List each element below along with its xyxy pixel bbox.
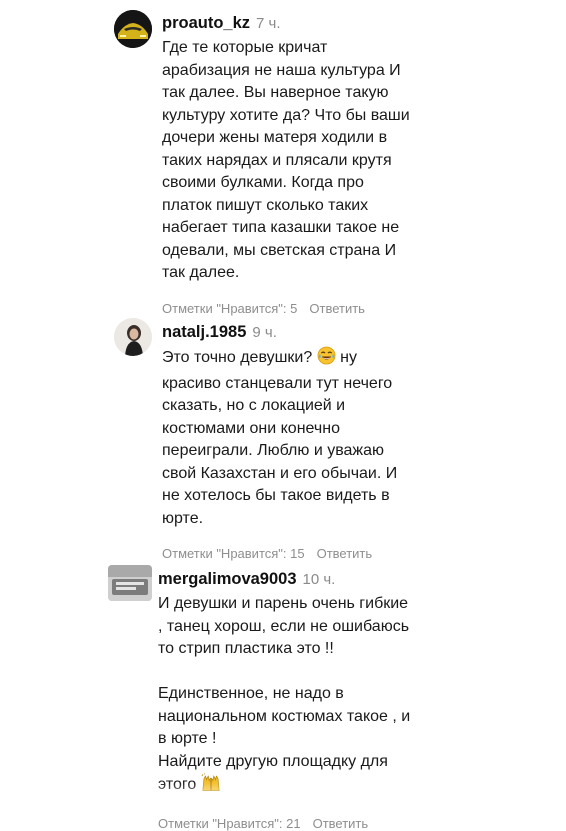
avatar[interactable] [108, 565, 152, 601]
timestamp[interactable]: 7 ч. [256, 15, 281, 32]
car-avatar-image [114, 10, 152, 48]
comment-text: Где те которые кричат арабизация не наша… [162, 39, 410, 281]
comment-header: mergalimova9003 10 ч. [158, 568, 428, 591]
avatar[interactable] [114, 318, 152, 356]
timestamp[interactable]: 10 ч. [303, 571, 336, 588]
comment-header: proauto_kz 7 ч. [162, 12, 422, 35]
laughing-crying-emoji-icon [317, 346, 336, 373]
username[interactable]: natalj.1985 [162, 323, 246, 341]
photo-avatar-image [108, 565, 152, 601]
comment-text: И девушки и парень очень гибкие , танец … [158, 593, 428, 800]
comment-text-part: И девушки и парень очень гибкие , танец … [158, 595, 411, 793]
reply-button[interactable]: Ответить [313, 816, 369, 831]
timestamp[interactable]: 9 ч. [252, 324, 277, 341]
comment-actions: Отметки "Нравится": 21 Ответить [158, 816, 428, 831]
comment-text-part: Это точно девушки? [162, 349, 317, 366]
likes-count[interactable]: Отметки "Нравится": 5 [162, 301, 297, 316]
reply-button[interactable]: Ответить [309, 301, 365, 316]
likes-count[interactable]: Отметки "Нравится": 21 [158, 816, 301, 831]
comment-actions: Отметки "Нравится": 5 Ответить [162, 301, 422, 316]
avatar[interactable] [114, 10, 152, 48]
scroll-fade [0, 782, 566, 800]
reply-button[interactable]: Ответить [317, 546, 373, 561]
person-avatar-image [114, 318, 152, 356]
comment-text: Это точно девушки? ну красиво станцевали… [162, 346, 414, 530]
comment-actions: Отметки "Нравится": 15 Ответить [162, 546, 414, 561]
likes-count[interactable]: Отметки "Нравится": 15 [162, 546, 305, 561]
username[interactable]: mergalimova9003 [158, 570, 297, 588]
username[interactable]: proauto_kz [162, 14, 250, 32]
comment-text-part: ну красиво станцевали тут нечего сказать… [162, 349, 398, 527]
comment-header: natalj.1985 9 ч. [162, 321, 414, 344]
